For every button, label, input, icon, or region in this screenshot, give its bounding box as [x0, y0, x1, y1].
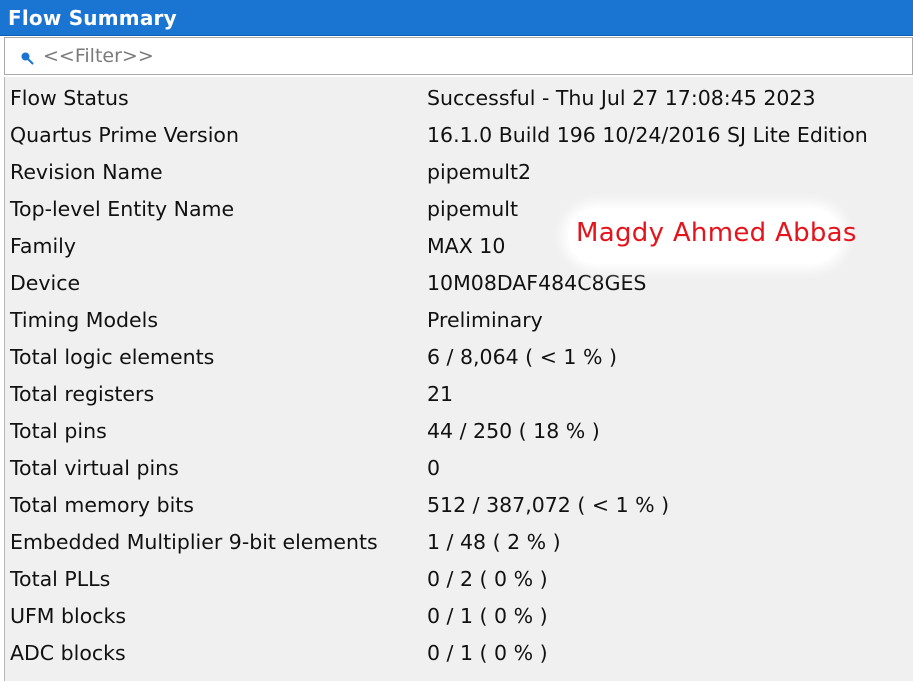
- watermark-text: Magdy Ahmed Abbas: [576, 218, 857, 248]
- window-title: Flow Summary: [8, 6, 177, 30]
- row-label: Top-level Entity Name: [10, 197, 235, 221]
- row-label: Family: [10, 234, 76, 258]
- table-row[interactable]: Revision Name pipemult2: [5, 154, 913, 191]
- row-label: Total pins: [10, 419, 107, 443]
- filter-input[interactable]: [43, 44, 643, 68]
- row-label: Total PLLs: [10, 567, 111, 591]
- table-row[interactable]: ADC blocks 0 / 1 ( 0 % ): [5, 635, 913, 672]
- row-value: 44 / 250 ( 18 % ): [427, 419, 600, 443]
- table-row[interactable]: UFM blocks 0 / 1 ( 0 % ): [5, 598, 913, 635]
- table-row[interactable]: Total logic elements 6 / 8,064 ( < 1 % ): [5, 339, 913, 376]
- table-row[interactable]: Device 10M08DAF484C8GES: [5, 265, 913, 302]
- row-value: Preliminary: [427, 308, 543, 332]
- row-value: 1 / 48 ( 2 % ): [427, 530, 561, 554]
- row-label: Quartus Prime Version: [10, 123, 239, 147]
- row-value: 0 / 2 ( 0 % ): [427, 567, 548, 591]
- table-row[interactable]: Total pins 44 / 250 ( 18 % ): [5, 413, 913, 450]
- row-label: Total virtual pins: [10, 456, 179, 480]
- row-value: pipemult2: [427, 160, 532, 184]
- table-row[interactable]: Flow Status Successful - Thu Jul 27 17:08…: [5, 80, 913, 117]
- row-value: 0: [427, 456, 441, 480]
- row-label: Device: [10, 271, 81, 295]
- row-value: MAX 10: [427, 234, 506, 258]
- row-label: Total logic elements: [10, 345, 215, 369]
- table-row[interactable]: Total PLLs 0 / 2 ( 0 % ): [5, 561, 913, 598]
- search-icon: [21, 52, 34, 65]
- row-label: Revision Name: [10, 160, 163, 184]
- row-value: 0 / 1 ( 0 % ): [427, 604, 548, 628]
- row-value: 21: [427, 382, 454, 406]
- row-value: 0 / 1 ( 0 % ): [427, 641, 548, 665]
- title-bar: Flow Summary: [0, 0, 913, 36]
- filter-bar[interactable]: [4, 37, 913, 75]
- flow-summary-window: Flow Summary Flow Status Successful - Thu…: [0, 0, 913, 681]
- row-value: 16.1.0 Build 196 10/24/2016 SJ Lite Edit…: [427, 123, 868, 147]
- row-value: 512 / 387,072 ( < 1 % ): [427, 493, 670, 517]
- table-row[interactable]: Embedded Multiplier 9-bit elements 1 / 48…: [5, 524, 913, 561]
- row-label: Flow Status: [10, 86, 129, 110]
- table-row[interactable]: Quartus Prime Version 16.1.0 Build 196 10…: [5, 117, 913, 154]
- row-value: Successful - Thu Jul 27 17:08:45 2023: [427, 86, 816, 110]
- row-value: 6 / 8,064 ( < 1 % ): [427, 345, 617, 369]
- row-label: Total registers: [10, 382, 155, 406]
- row-label: ADC blocks: [10, 641, 126, 665]
- summary-table: Flow Status Successful - Thu Jul 27 17:08…: [4, 77, 913, 681]
- row-label: Total memory bits: [10, 493, 194, 517]
- watermark: Magdy Ahmed Abbas: [568, 208, 856, 264]
- row-value: pipemult: [427, 197, 519, 221]
- row-label: Embedded Multiplier 9-bit elements: [10, 530, 378, 554]
- table-row[interactable]: Timing Models Preliminary: [5, 302, 913, 339]
- table-row[interactable]: Total memory bits 512 / 387,072 ( < 1 % ): [5, 487, 913, 524]
- row-value: 10M08DAF484C8GES: [427, 271, 647, 295]
- table-row[interactable]: Total virtual pins 0: [5, 450, 913, 487]
- row-label: Timing Models: [10, 308, 159, 332]
- table-row[interactable]: Total registers 21: [5, 376, 913, 413]
- row-label: UFM blocks: [10, 604, 127, 628]
